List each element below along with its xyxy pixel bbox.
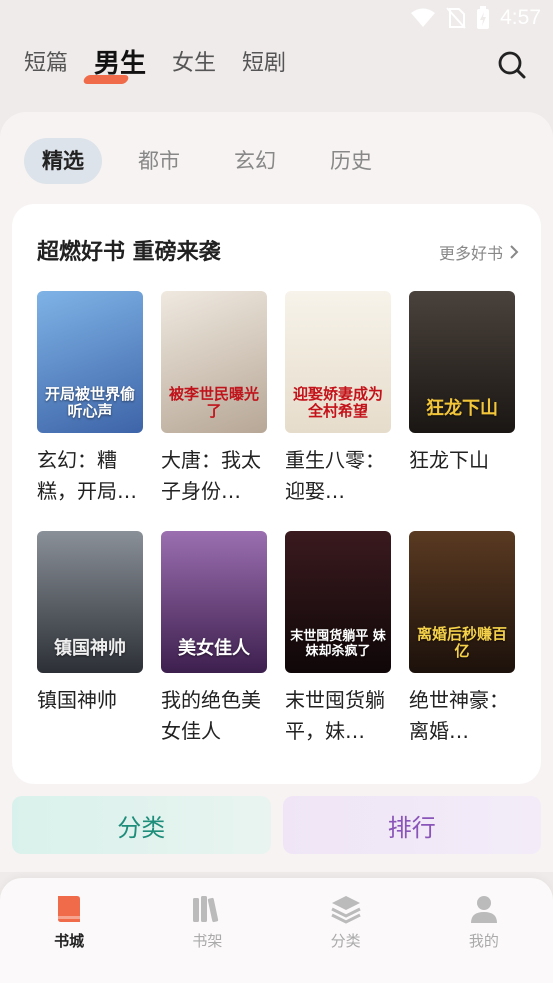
book-title: 狂龙下山 xyxy=(409,448,489,472)
book-cover: 美女佳人 xyxy=(161,531,267,673)
cover-title: 被李世民曝光了 xyxy=(168,385,259,420)
nav-profile[interactable]: 我的 xyxy=(415,878,553,983)
feature-row: 分类 排行 xyxy=(12,796,541,854)
top-tabs: 短篇 男生 女生 短剧 xyxy=(24,44,286,84)
nav-bookstore[interactable]: 书城 xyxy=(0,878,138,983)
book-cover: 末世囤货躺平 妹妹却杀疯了 xyxy=(285,531,391,673)
battery-charging-icon xyxy=(477,6,490,29)
subtab-fantasy[interactable]: 玄幻 xyxy=(216,138,294,184)
nav-label: 我的 xyxy=(468,932,499,950)
status-bar: 4:57 xyxy=(0,0,553,36)
cover-title: 离婚后秒赚百亿 xyxy=(416,625,507,660)
tab-male[interactable]: 男生 xyxy=(82,44,147,84)
more-books-link[interactable]: 更多好书 xyxy=(439,240,519,264)
recommend-card: 超燃好书 重磅来袭 更多好书 开局被世界偷听心声 玄幻：糟糕，开局… 被李世民曝… xyxy=(12,204,541,784)
category-label: 分类 xyxy=(117,813,166,842)
cover-title: 开局被世界偷听心声 xyxy=(44,385,135,420)
book-title: 大唐：我太子身份… xyxy=(161,448,261,503)
nav-label: 分类 xyxy=(330,932,361,950)
book-cover: 狂龙下山 xyxy=(409,291,515,433)
book-cover: 镇国神帅 xyxy=(37,531,143,673)
tab-label: 短剧 xyxy=(242,51,287,76)
user-icon xyxy=(470,896,497,923)
tab-female[interactable]: 女生 xyxy=(172,44,216,84)
main-panel: 精选 都市 玄幻 历史 超燃好书 重磅来袭 更多好书 开局被世界偷听心声 玄幻：… xyxy=(0,112,553,872)
tab-label: 女生 xyxy=(172,51,217,76)
book-icon xyxy=(58,896,81,922)
book-item[interactable]: 美女佳人 我的绝色美女佳人 xyxy=(161,531,267,747)
book-item[interactable]: 被李世民曝光了 大唐：我太子身份… xyxy=(161,291,267,507)
no-sim-icon xyxy=(446,7,466,29)
book-title: 绝世神豪：离婚… xyxy=(409,688,509,743)
book-cover: 迎娶娇妻成为全村希望 xyxy=(285,291,391,433)
search-button[interactable] xyxy=(497,50,527,80)
search-icon xyxy=(498,51,526,79)
tab-short-drama[interactable]: 短剧 xyxy=(242,44,286,84)
layers-icon xyxy=(330,896,361,924)
tab-label: 男生 xyxy=(94,49,147,79)
nav-label: 书城 xyxy=(54,932,85,950)
ranking-label: 排行 xyxy=(387,813,436,842)
subtab-urban[interactable]: 都市 xyxy=(120,138,198,184)
nav-bookshelf[interactable]: 书架 xyxy=(138,878,276,983)
ranking-button[interactable]: 排行 xyxy=(282,796,541,854)
cover-title: 镇国神帅 xyxy=(54,638,126,660)
book-item[interactable]: 镇国神帅 镇国神帅 xyxy=(37,531,143,747)
subtab-featured[interactable]: 精选 xyxy=(24,138,102,184)
book-title: 玄幻：糟糕，开局… xyxy=(37,448,137,503)
book-cover: 开局被世界偷听心声 xyxy=(37,291,143,433)
tab-label: 短篇 xyxy=(24,51,69,76)
wifi-icon xyxy=(411,8,436,27)
book-title: 重生八零：迎娶… xyxy=(285,448,385,503)
book-cover: 被李世民曝光了 xyxy=(161,291,267,433)
book-item[interactable]: 迎娶娇妻成为全村希望 重生八零：迎娶… xyxy=(285,291,391,507)
cover-title: 末世囤货躺平 妹妹却杀疯了 xyxy=(290,629,386,659)
category-button[interactable]: 分类 xyxy=(12,796,271,854)
book-item[interactable]: 狂龙下山 狂龙下山 xyxy=(409,291,515,507)
nav-label: 书架 xyxy=(192,932,223,950)
book-title: 末世囤货躺平，妹… xyxy=(285,688,385,743)
status-time: 4:57 xyxy=(500,6,541,29)
book-grid: 开局被世界偷听心声 玄幻：糟糕，开局… 被李世民曝光了 大唐：我太子身份… 迎娶… xyxy=(37,291,517,747)
subtab-history[interactable]: 历史 xyxy=(312,138,390,184)
cover-title: 狂龙下山 xyxy=(426,398,498,420)
book-cover: 离婚后秒赚百亿 xyxy=(409,531,515,673)
cover-title: 迎娶娇妻成为全村希望 xyxy=(292,385,383,420)
sub-tabs: 精选 都市 玄幻 历史 xyxy=(24,138,390,184)
bookshelf-icon xyxy=(193,896,219,923)
bottom-nav: 书城 书架 分类 我的 xyxy=(0,878,553,983)
cover-title: 美女佳人 xyxy=(178,638,250,660)
chevron-right-icon xyxy=(510,245,519,259)
more-books-label: 更多好书 xyxy=(438,244,503,263)
section-title: 超燃好书 重磅来袭 xyxy=(37,240,221,265)
book-item[interactable]: 末世囤货躺平 妹妹却杀疯了 末世囤货躺平，妹… xyxy=(285,531,391,747)
book-item[interactable]: 离婚后秒赚百亿 绝世神豪：离婚… xyxy=(409,531,515,747)
book-title: 我的绝色美女佳人 xyxy=(161,688,261,743)
tab-short[interactable]: 短篇 xyxy=(24,44,68,84)
book-item[interactable]: 开局被世界偷听心声 玄幻：糟糕，开局… xyxy=(37,291,143,507)
book-title: 镇国神帅 xyxy=(37,688,117,712)
nav-category[interactable]: 分类 xyxy=(277,878,415,983)
